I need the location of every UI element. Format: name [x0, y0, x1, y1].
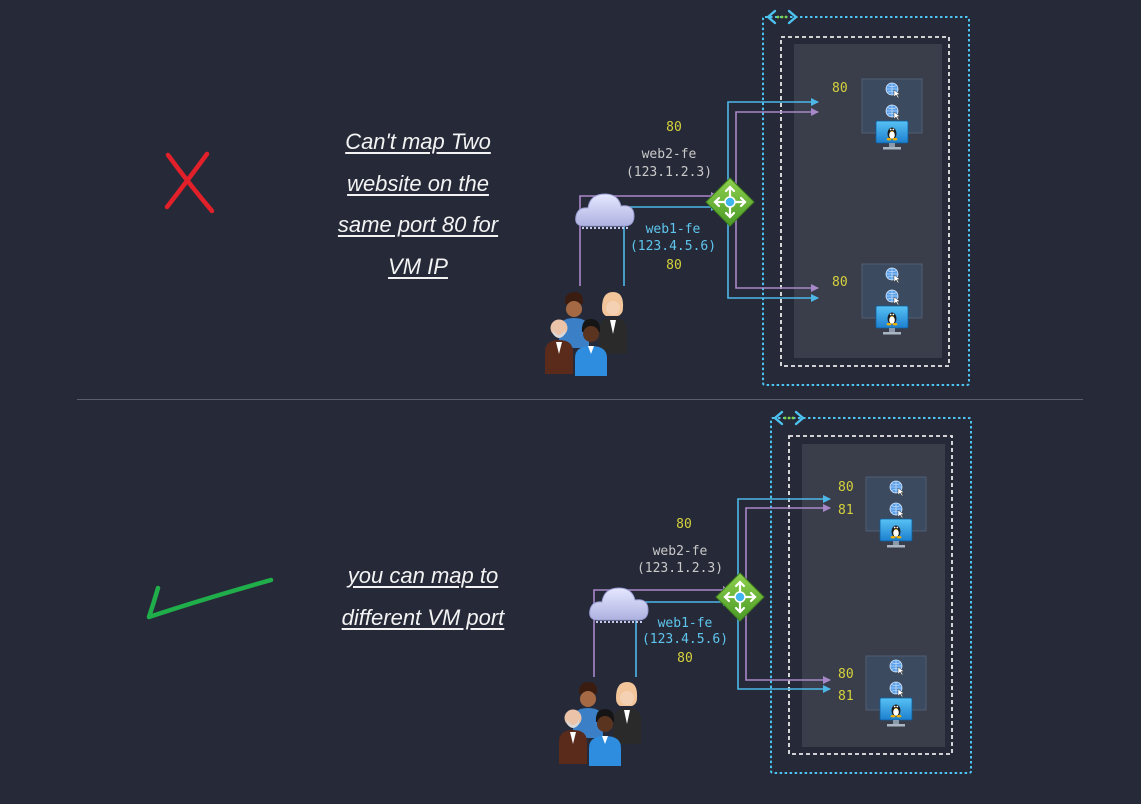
network-diagram: 80 web2-fe (123.1.2.3) web1-fe (123.4.5.…	[545, 9, 972, 774]
web2-port-bottom: 80	[676, 517, 692, 532]
web1-port-top: 80	[666, 258, 682, 273]
web2-ip-top: (123.1.2.3)	[626, 165, 712, 180]
top-diagram: 80 web2-fe (123.1.2.3) web1-fe (123.4.5.…	[545, 9, 970, 386]
bottom-diagram: 80 web2-fe (123.1.2.3) web1-fe (123.4.5.…	[559, 410, 972, 774]
web1-port-bottom: 80	[677, 651, 693, 666]
vm1-port-81-bottom: 81	[838, 503, 854, 518]
web1-ip-bottom: (123.4.5.6)	[642, 632, 728, 647]
web2-name-top: web2-fe	[642, 147, 697, 162]
vm1-port-80-bottom: 80	[838, 480, 854, 495]
web2-port-top: 80	[666, 120, 682, 135]
vm1-port-top: 80	[832, 81, 848, 96]
cloud-icon-bottom	[588, 587, 649, 623]
web2-name-bottom: web2-fe	[653, 544, 708, 559]
vm2-port-top: 80	[832, 275, 848, 290]
load-balancer-icon-bottom	[714, 571, 766, 623]
web1-name-top: web1-fe	[646, 222, 701, 237]
users-icon-bottom	[559, 682, 641, 766]
vm2-port-80-bottom: 80	[838, 667, 854, 682]
vm2-port-81-bottom: 81	[838, 689, 854, 704]
web2-ip-bottom: (123.1.2.3)	[637, 561, 723, 576]
load-balancer-icon-top	[704, 176, 756, 228]
web1-ip-top: (123.4.5.6)	[630, 239, 716, 254]
cloud-icon-top	[574, 193, 635, 229]
users-icon-top	[545, 292, 627, 376]
web1-name-bottom: web1-fe	[658, 616, 713, 631]
